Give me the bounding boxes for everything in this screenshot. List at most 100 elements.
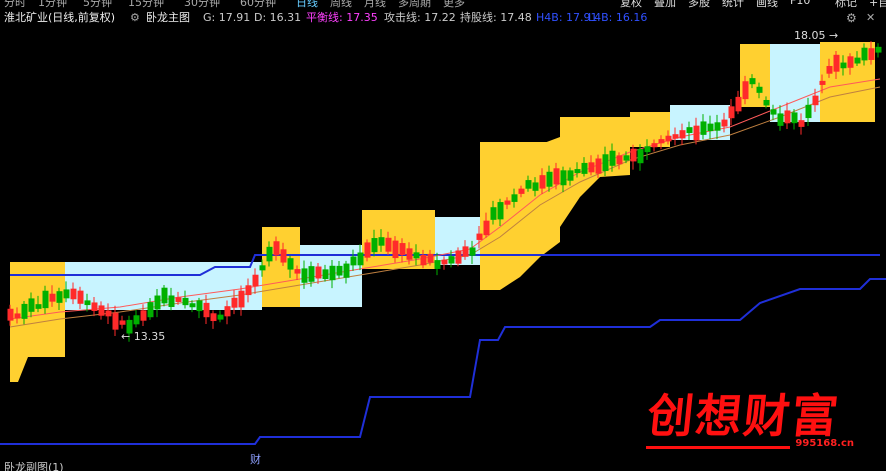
- candle-body-2: [21, 303, 28, 319]
- tab-10[interactable]: 更多: [443, 0, 465, 8]
- candle-body-114: [805, 104, 812, 119]
- candle-body-117: [826, 65, 833, 74]
- holding-line-value: 持股线: 17.48: [460, 11, 532, 24]
- candle-body-20: [147, 302, 154, 318]
- candle-body-25: [182, 297, 189, 306]
- candle-body-70: [497, 202, 504, 220]
- tab-2[interactable]: 5分钟: [83, 0, 112, 8]
- tab-5[interactable]: 60分钟: [240, 0, 276, 8]
- g-value: G: 17.91: [203, 11, 251, 24]
- candle-body-41: [294, 269, 301, 274]
- candle-body-102: [721, 119, 728, 127]
- candle-body-4: [35, 304, 42, 309]
- candle-body-37: [266, 246, 273, 262]
- candle-body-18: [133, 315, 140, 325]
- candle-body-72: [511, 194, 518, 202]
- toolbar-button-2[interactable]: 多股: [688, 0, 710, 8]
- stock-title[interactable]: 淮北矿业(日线,前复权): [4, 9, 115, 27]
- candle-body-105: [742, 81, 749, 100]
- candle-body-15: [112, 312, 119, 330]
- candle-body-119: [840, 62, 847, 69]
- cloud-band-9: [670, 105, 730, 140]
- tab-8[interactable]: 月线: [364, 0, 386, 8]
- toolbar-button-0[interactable]: 复权: [620, 0, 642, 8]
- candle-body-6: [49, 293, 56, 302]
- toolbar-button-7[interactable]: +自选: [869, 0, 886, 8]
- candle-body-106: [749, 78, 756, 85]
- candle-body-108: [763, 99, 770, 106]
- tab-7[interactable]: 周线: [330, 0, 352, 8]
- balance-line-value: 平衡线: 17.35: [306, 11, 378, 24]
- candle-body-78: [553, 168, 560, 185]
- tab-0[interactable]: 分时: [4, 0, 26, 8]
- watermark-underline: [646, 446, 790, 449]
- candle-body-48: [343, 263, 350, 278]
- candle-body-29: [210, 313, 217, 322]
- candle-body-74: [525, 180, 532, 189]
- close-icon[interactable]: ✕: [866, 9, 875, 27]
- candle-body-112: [791, 112, 798, 124]
- candle-body-75: [532, 182, 539, 191]
- candle-body-109: [770, 109, 777, 115]
- candle-body-80: [567, 170, 574, 181]
- candle-body-46: [329, 265, 336, 281]
- tab-6[interactable]: 日线: [296, 0, 318, 8]
- candle-body-73: [518, 188, 525, 194]
- tab-3[interactable]: 15分钟: [128, 0, 164, 8]
- candle-body-124: [875, 46, 882, 53]
- candle-body-118: [833, 54, 840, 72]
- candle-body-122: [861, 47, 868, 61]
- candle-body-107: [756, 86, 763, 93]
- candle-body-12: [91, 302, 98, 312]
- candle-body-96: [679, 130, 686, 139]
- toolbar-button-3[interactable]: 统计: [722, 0, 744, 8]
- candle-body-98: [693, 125, 700, 141]
- candle-body-7: [56, 291, 63, 303]
- sub-indicator-bar: 卧龙副图(1): [0, 462, 886, 471]
- high-price-label: 18.05 →: [794, 29, 839, 42]
- candle-body-61: [434, 260, 441, 269]
- sub-indicator-name[interactable]: 卧龙副图(1): [4, 462, 64, 471]
- candle-body-28: [203, 302, 210, 318]
- indicator-info-bar: 淮北矿业(日线,前复权) ⚙ 卧龙主图 G: 17.91 D: 16.31 平衡…: [0, 9, 886, 27]
- toolbar-button-1[interactable]: 叠加: [654, 0, 676, 8]
- candle-body-92: [651, 143, 658, 148]
- tab-4[interactable]: 30分钟: [184, 0, 220, 8]
- candle-body-68: [483, 220, 490, 236]
- candle-body-26: [189, 303, 196, 308]
- candle-body-57: [406, 248, 413, 260]
- candle-body-94: [665, 135, 672, 142]
- finance-marker[interactable]: 财: [250, 451, 261, 467]
- candle-body-81: [574, 169, 581, 174]
- candle-body-24: [175, 297, 182, 303]
- candle-body-51: [364, 242, 371, 258]
- candle-body-22: [161, 287, 168, 304]
- indicator-name[interactable]: 卧龙主图: [146, 9, 190, 27]
- candle-body-21: [154, 295, 161, 310]
- toolbar-button-6[interactable]: 标记: [835, 0, 857, 8]
- candle-body-27: [196, 300, 203, 312]
- candle-body-52: [371, 238, 378, 253]
- tab-9[interactable]: 多周期: [398, 0, 431, 8]
- candle-body-89: [630, 148, 637, 162]
- candle-body-3: [28, 298, 35, 312]
- candle-body-99: [700, 121, 707, 135]
- candle-body-0: [7, 308, 14, 321]
- toolbar-button-4[interactable]: 画线: [756, 0, 778, 8]
- tab-1[interactable]: 1分钟: [38, 0, 67, 8]
- candle-body-39: [280, 249, 287, 263]
- candle-body-101: [714, 122, 721, 131]
- settings-icon[interactable]: ⚙: [846, 9, 857, 27]
- cloud-band-11: [770, 44, 820, 122]
- gear-icon[interactable]: ⚙: [130, 9, 140, 27]
- candle-body-32: [231, 297, 238, 308]
- candle-body-113: [798, 120, 805, 127]
- candle-body-62: [441, 259, 448, 265]
- watermark-text: 创想财富: [644, 389, 843, 443]
- candle-body-120: [847, 56, 854, 68]
- candle-body-121: [854, 57, 861, 64]
- candle-body-47: [336, 265, 343, 276]
- candle-body-11: [84, 300, 91, 306]
- toolbar-button-5[interactable]: F10: [790, 0, 810, 7]
- candle-body-45: [322, 269, 329, 279]
